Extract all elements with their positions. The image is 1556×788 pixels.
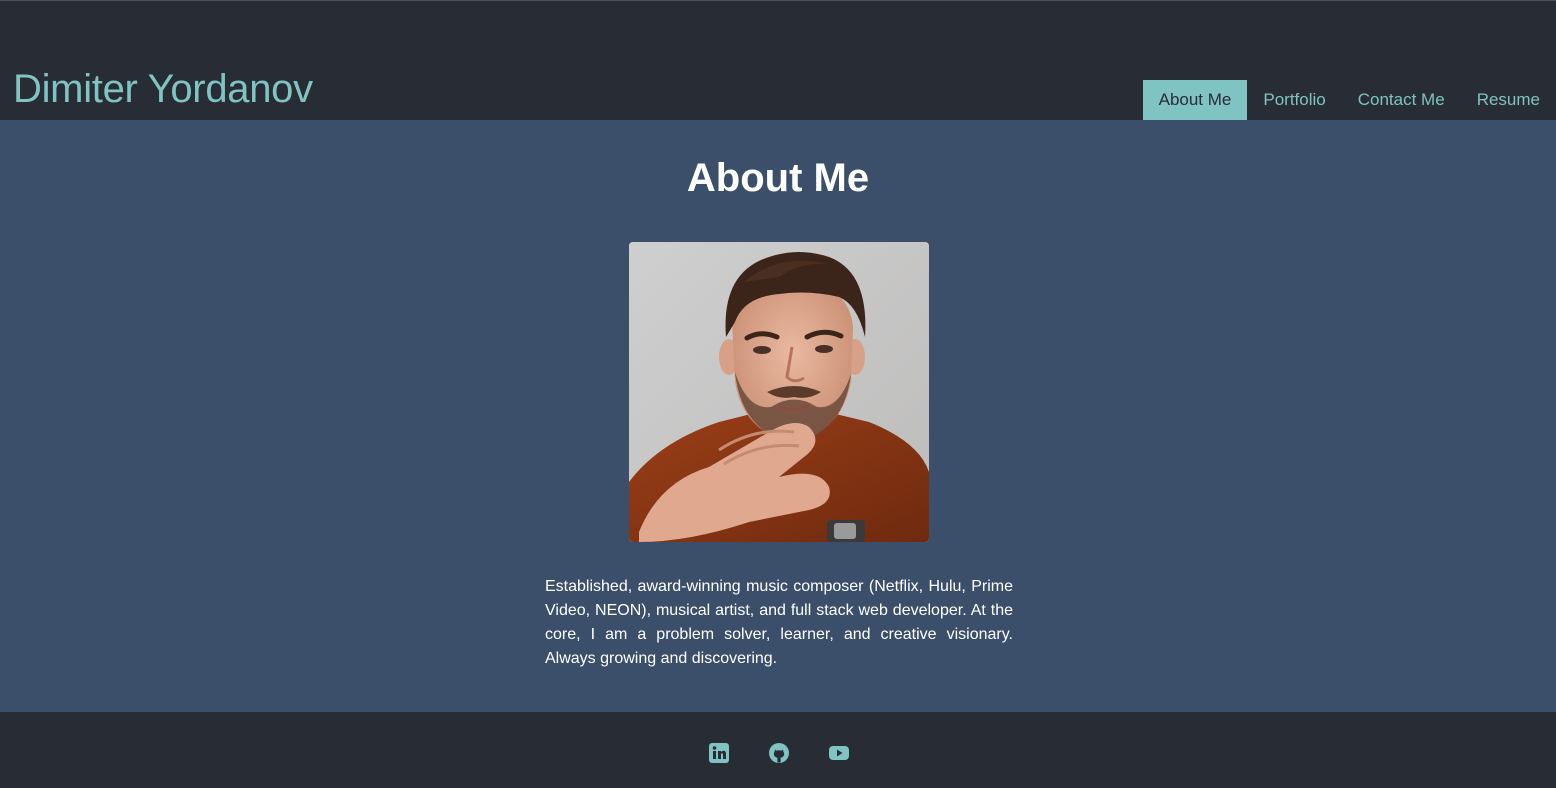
nav-item-about-me[interactable]: About Me: [1142, 80, 1248, 120]
youtube-icon[interactable]: [829, 743, 849, 763]
github-icon[interactable]: [769, 743, 789, 763]
nav-item-contact-me[interactable]: Contact Me: [1342, 80, 1461, 120]
nav-item-portfolio[interactable]: Portfolio: [1247, 80, 1341, 120]
profile-photo: [629, 242, 929, 542]
page-title: About Me: [686, 156, 870, 200]
main-nav: About Me Portfolio Contact Me Resume: [1142, 80, 1556, 120]
site-footer: [0, 712, 1556, 788]
site-title[interactable]: Dimiter Yordanov: [13, 65, 313, 113]
about-section: About Me Established, award-winning musi…: [0, 120, 1556, 712]
site-header: Dimiter Yordanov About Me Portfolio Cont…: [0, 0, 1556, 120]
bio-text: Established, award-winning music compose…: [545, 578, 1013, 667]
nav-item-resume[interactable]: Resume: [1461, 80, 1556, 120]
linkedin-icon[interactable]: [709, 743, 729, 763]
